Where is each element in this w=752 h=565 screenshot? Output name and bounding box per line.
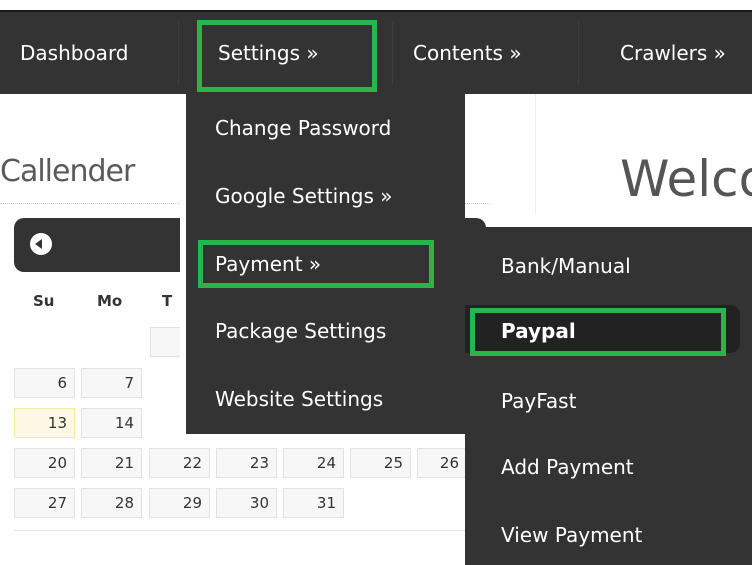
calendar-day[interactable]: 22 bbox=[149, 448, 210, 478]
menu-add-payment[interactable]: Add Payment bbox=[501, 455, 634, 479]
calendar-day[interactable]: 14 bbox=[81, 408, 142, 438]
calendar-day-today[interactable]: 13 bbox=[14, 408, 75, 438]
nav-divider bbox=[578, 22, 579, 84]
calendar-day[interactable]: 31 bbox=[283, 488, 344, 518]
top-strip bbox=[0, 0, 752, 10]
menu-change-password[interactable]: Change Password bbox=[215, 116, 391, 140]
calendar-day[interactable]: 30 bbox=[216, 488, 277, 518]
payment-highlight-box bbox=[198, 240, 434, 288]
calendar-day[interactable]: 28 bbox=[81, 488, 142, 518]
calendar-day[interactable]: 27 bbox=[14, 488, 75, 518]
weekday-tuesday: T bbox=[162, 292, 173, 310]
calendar-day[interactable]: 25 bbox=[350, 448, 411, 478]
menu-package-settings[interactable]: Package Settings bbox=[215, 319, 386, 343]
calendar-day[interactable]: 29 bbox=[149, 488, 210, 518]
calendar-title: Callender bbox=[0, 154, 135, 189]
nav-crawlers[interactable]: Crawlers » bbox=[620, 12, 726, 94]
nav-divider bbox=[178, 22, 179, 84]
nav-crawlers-label: Crawlers » bbox=[620, 41, 726, 65]
welcome-heading: Welco bbox=[620, 150, 752, 208]
nav-dashboard[interactable]: Dashboard bbox=[20, 12, 129, 94]
calendar-day[interactable]: 20 bbox=[14, 448, 75, 478]
calendar-day[interactable]: 7 bbox=[81, 368, 142, 398]
dropdown-shadow-edge bbox=[180, 94, 186, 434]
prev-month-icon[interactable] bbox=[30, 233, 52, 255]
weekday-monday: Mo bbox=[97, 292, 123, 310]
nav-dashboard-label: Dashboard bbox=[20, 41, 129, 65]
menu-view-payment[interactable]: View Payment bbox=[501, 523, 642, 547]
payment-submenu: Bank/Manual Paypal PayFast Add Payment V… bbox=[465, 227, 752, 565]
menu-website-settings[interactable]: Website Settings bbox=[215, 387, 383, 411]
weekday-sunday: Su bbox=[33, 292, 55, 310]
calendar-day[interactable]: 6 bbox=[14, 368, 75, 398]
calendar-day[interactable]: 23 bbox=[216, 448, 277, 478]
content-divider bbox=[535, 94, 536, 214]
menu-payfast[interactable]: PayFast bbox=[501, 389, 576, 413]
nav-divider bbox=[392, 22, 393, 84]
nav-contents-label: Contents » bbox=[413, 41, 522, 65]
menu-bank-manual[interactable]: Bank/Manual bbox=[501, 254, 631, 278]
menu-google-settings[interactable]: Google Settings » bbox=[215, 184, 393, 208]
calendar-day[interactable]: 24 bbox=[283, 448, 344, 478]
paypal-highlight-box bbox=[470, 308, 726, 356]
calendar-day[interactable]: 26 bbox=[417, 448, 467, 478]
calendar-day[interactable]: 21 bbox=[81, 448, 142, 478]
settings-highlight-box bbox=[197, 20, 377, 92]
calendar-bottom-divider bbox=[14, 530, 486, 531]
nav-contents[interactable]: Contents » bbox=[413, 12, 522, 94]
